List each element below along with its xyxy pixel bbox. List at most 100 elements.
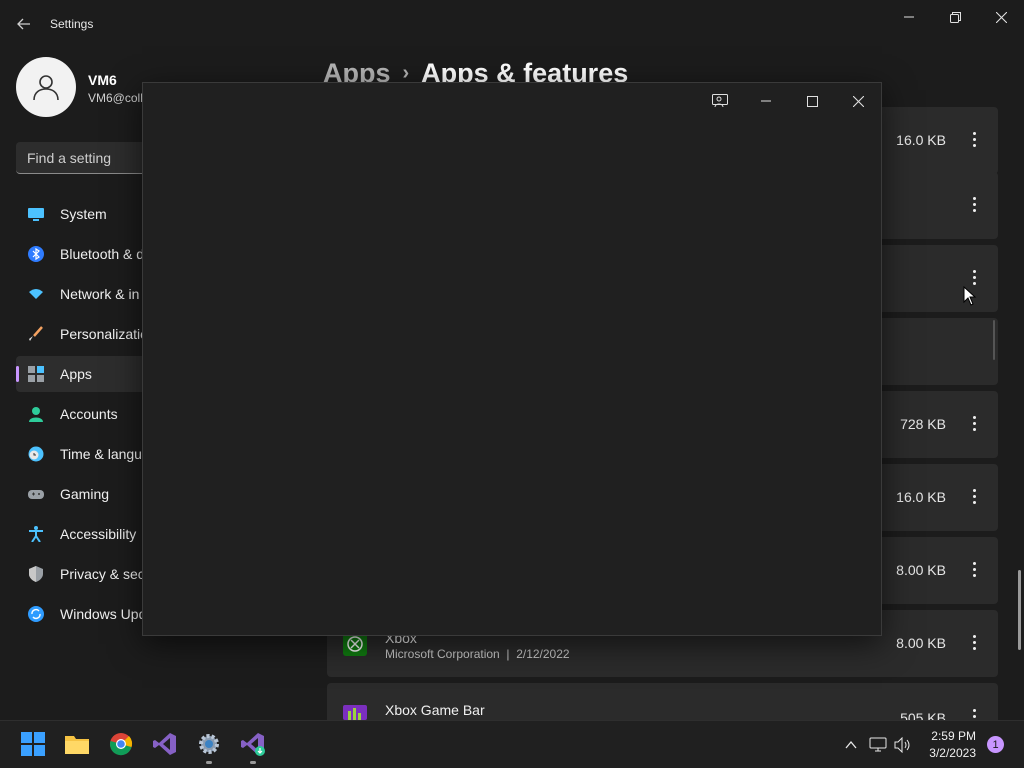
sidebar-item-label: System	[60, 206, 107, 222]
window-title: Settings	[50, 17, 94, 31]
sidebar-item-label: Accessibility	[60, 526, 137, 542]
network-icon	[869, 737, 887, 752]
monitor-icon	[28, 208, 44, 221]
sidebar-item-label: Time & langu	[60, 446, 142, 462]
more-options-button[interactable]	[964, 709, 984, 720]
list-scrollbar[interactable]	[993, 320, 995, 360]
sidebar-item-label: Apps	[60, 366, 92, 382]
more-dots-icon	[972, 500, 976, 504]
app-publisher: Microsoft Corporation	[385, 647, 500, 661]
avatar[interactable]	[16, 57, 76, 117]
more-dots-icon	[972, 143, 976, 147]
running-indicator	[250, 761, 256, 764]
overlay-close-button[interactable]	[838, 89, 878, 113]
more-dots-icon	[972, 640, 976, 644]
overlay-window	[142, 82, 882, 636]
volume-button[interactable]	[893, 735, 913, 755]
minimize-button[interactable]	[886, 6, 932, 28]
settings-button[interactable]	[196, 731, 222, 757]
more-dots-icon	[972, 573, 976, 577]
back-arrow-icon	[17, 18, 30, 30]
running-indicator	[206, 761, 212, 764]
sidebar-item-label: Windows Upd	[60, 606, 147, 622]
file-explorer-button[interactable]	[64, 731, 90, 757]
meta-separator: |	[506, 647, 510, 661]
app-date: 2/12/2022	[516, 647, 570, 661]
chevron-up-icon	[845, 741, 857, 749]
shield-icon	[29, 566, 43, 582]
visual-studio-icon	[153, 733, 176, 755]
clock-globe-icon	[28, 446, 44, 462]
chrome-button[interactable]	[108, 731, 134, 757]
user-name: VM6	[88, 72, 117, 88]
sidebar-item-label: Privacy & secu	[60, 566, 153, 582]
gamepad-icon	[28, 490, 44, 499]
cast-person-icon	[712, 94, 728, 108]
more-options-button[interactable]	[964, 411, 984, 435]
list-item[interactable]: Xbox Game Bar 505 KB	[327, 683, 998, 726]
more-dots-icon	[972, 281, 976, 285]
title-bar: Settings	[0, 0, 1024, 48]
brush-icon	[29, 326, 43, 341]
cast-button[interactable]	[700, 89, 740, 113]
sidebar-item-label: Gaming	[60, 486, 110, 502]
folder-icon	[65, 736, 89, 754]
clock-date[interactable]: 3/2/2023	[929, 746, 976, 760]
more-dots-icon	[972, 421, 976, 425]
more-dots-icon	[972, 646, 976, 650]
active-indicator	[16, 366, 19, 382]
chevron-right-icon: ›	[402, 62, 410, 84]
close-icon	[852, 95, 864, 107]
visual-studio-button[interactable]	[152, 731, 178, 757]
back-button[interactable]	[10, 10, 38, 38]
app-size: 8.00 KB	[896, 635, 946, 651]
bluetooth-icon	[28, 246, 44, 262]
page-scrollbar[interactable]	[1018, 570, 1021, 650]
app-name: Xbox Game Bar	[385, 702, 485, 718]
more-options-button[interactable]	[964, 192, 984, 216]
notification-badge[interactable]: 1	[987, 736, 1004, 753]
more-dots-icon	[972, 137, 976, 141]
taskbar: 2:59 PM 3/2/2023	[0, 720, 1024, 768]
more-dots-icon	[972, 415, 976, 419]
user-email: VM6@coll	[88, 91, 143, 105]
more-dots-icon	[972, 709, 976, 712]
sidebar-item-label: Network & in	[60, 286, 140, 302]
more-dots-icon	[972, 567, 976, 571]
minimize-icon	[904, 16, 914, 18]
mouse-cursor-icon	[963, 286, 977, 306]
gear-icon	[199, 734, 219, 754]
apps-icon	[28, 366, 44, 382]
more-options-button[interactable]	[964, 127, 984, 151]
more-options-button[interactable]	[964, 557, 984, 581]
overlay-minimize-button[interactable]	[746, 89, 786, 113]
more-dots-icon	[972, 131, 976, 135]
person-icon	[33, 75, 59, 101]
restore-button[interactable]	[932, 6, 978, 28]
show-hidden-icons-button[interactable]	[841, 735, 861, 755]
visual-studio-installer-icon	[241, 733, 265, 756]
network-status-button[interactable]	[868, 735, 888, 755]
start-button[interactable]	[20, 731, 46, 757]
more-dots-icon	[972, 715, 976, 718]
clock-time[interactable]: 2:59 PM	[931, 729, 976, 743]
close-button[interactable]	[978, 6, 1024, 28]
more-options-button[interactable]	[964, 630, 984, 654]
more-dots-icon	[972, 488, 976, 492]
search-placeholder: Find a setting	[27, 150, 112, 166]
app-size: 728 KB	[900, 416, 946, 432]
restore-icon	[949, 11, 961, 23]
app-size: 16.0 KB	[896, 132, 946, 148]
more-options-button[interactable]	[964, 484, 984, 508]
visual-studio-installer-button[interactable]	[240, 731, 266, 757]
more-dots-icon	[972, 634, 976, 638]
accessibility-icon	[29, 526, 43, 542]
more-dots-icon	[972, 208, 976, 212]
more-dots-icon	[972, 275, 976, 279]
update-icon	[28, 606, 44, 622]
more-dots-icon	[972, 427, 976, 431]
close-icon	[995, 11, 1007, 23]
minimize-icon	[761, 100, 771, 102]
more-dots-icon	[972, 196, 976, 200]
overlay-maximize-button[interactable]	[792, 89, 832, 113]
